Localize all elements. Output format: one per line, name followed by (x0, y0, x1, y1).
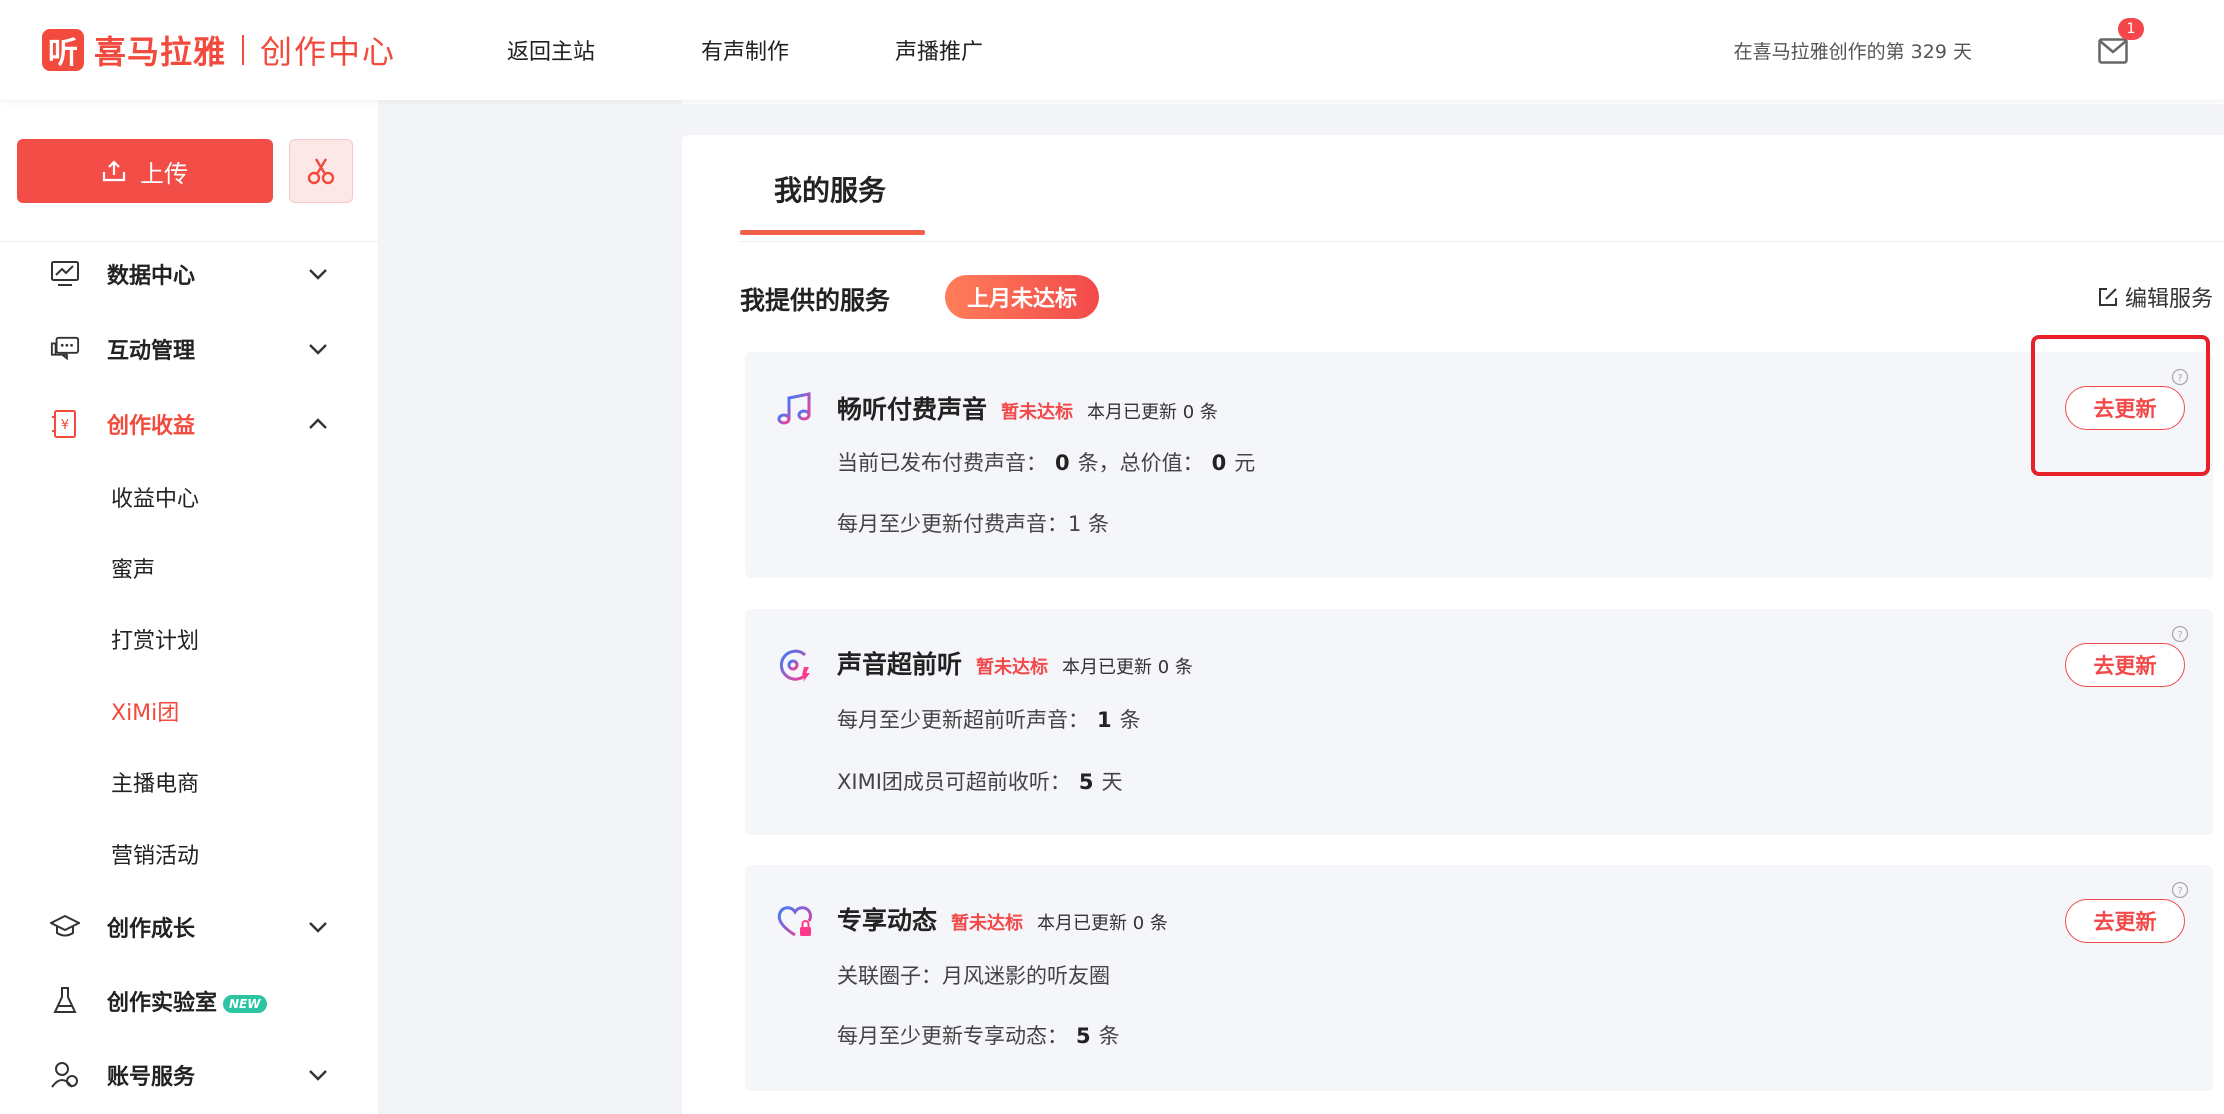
top-header: 听 喜马拉雅 创作中心 返回主站 有声制作 声播推广 在喜马拉雅创作的第 329… (0, 0, 2224, 100)
sidebar-item-label: 创作收益 (107, 414, 196, 439)
help-icon[interactable]: ? (2171, 368, 2189, 386)
new-badge: NEW (223, 995, 267, 1013)
tab-active-indicator (740, 230, 925, 235)
chevron-down-icon (309, 269, 327, 280)
svg-text:¥: ¥ (61, 418, 69, 433)
sidebar-divider (0, 241, 378, 242)
sidebar-subitem-mishen[interactable]: 蜜声 (111, 548, 155, 588)
section-title: 我提供的服务 (740, 286, 891, 315)
sidebar-subitem-tip-plan[interactable]: 打赏计划 (111, 619, 199, 659)
card-update-count: 本月已更新 0 条 (1087, 402, 1218, 423)
help-icon[interactable]: ? (2171, 625, 2189, 643)
sidebar-item-earnings[interactable]: ¥ 创作收益 (0, 394, 378, 454)
nav-promotion[interactable]: 声播推广 (895, 0, 983, 100)
card-line-requirement: 每月至少更新付费声音：1 条 (837, 512, 1110, 536)
logo-mark: 听 (42, 29, 84, 71)
clip-button[interactable] (289, 139, 353, 203)
sidebar: 上传 数据中心 互动管理 ¥ 创作收益 收益中心 蜜声 打赏计划 XiMi团 主… (0, 100, 378, 1114)
chevron-down-icon (309, 1070, 327, 1081)
card-update-count: 本月已更新 0 条 (1037, 913, 1168, 934)
sidebar-item-account[interactable]: 账号服务 (0, 1045, 378, 1105)
sidebar-subitem-earnings-center[interactable]: 收益中心 (111, 477, 199, 517)
svg-text:?: ? (2177, 886, 2182, 897)
tab-my-services[interactable]: 我的服务 (774, 169, 886, 209)
go-update-button[interactable]: 去更新 (2065, 899, 2185, 943)
content-top-strip (682, 100, 2224, 104)
go-update-button[interactable]: 去更新 (2065, 643, 2185, 687)
services-panel: 我的服务 我提供的服务 上月未达标 编辑服务 畅听付费声音 暂未达标 本月已更新 0… (682, 135, 2224, 1114)
sidebar-item-label: 账号服务 (107, 1065, 196, 1090)
card-title: 专享动态 暂未达标 本月已更新 0 条 (837, 906, 1168, 935)
nav-back-home[interactable]: 返回主站 (507, 0, 595, 100)
logo-text: 喜马拉雅 (94, 33, 227, 71)
mail-button[interactable]: 1 (2094, 18, 2144, 70)
chevron-down-icon (309, 344, 327, 355)
sidebar-subitem-marketing[interactable]: 营销活动 (111, 834, 199, 874)
card-line-requirement: 每月至少更新超前听声音： 1 条 (837, 708, 1141, 732)
svg-text:?: ? (2177, 373, 2182, 384)
help-icon[interactable]: ? (2171, 881, 2189, 899)
service-card-exclusive-posts: 专享动态 暂未达标 本月已更新 0 条 关联圈子：月风迷影的听友圈 每月至少更新专享… (745, 865, 2213, 1091)
service-card-early-listen: 声音超前听 暂未达标 本月已更新 0 条 每月至少更新超前听声音： 1 条 XIMI团成… (745, 609, 2213, 835)
card-status: 暂未达标 (951, 913, 1024, 934)
card-update-count: 本月已更新 0 条 (1062, 657, 1193, 678)
sidebar-item-label: 创作成长 (107, 917, 196, 942)
sidebar-item-data-center[interactable]: 数据中心 (0, 244, 378, 304)
service-card-paid-audio: 畅听付费声音 暂未达标 本月已更新 0 条 当前已发布付费声音： 0 条，总价值： 0 元 … (745, 352, 2213, 578)
sidebar-item-growth[interactable]: 创作成长 (0, 897, 378, 957)
edit-icon (2099, 288, 2117, 306)
upload-button[interactable]: 上传 (17, 139, 273, 203)
card-status: 暂未达标 (1001, 402, 1074, 423)
graduation-cap-icon (50, 912, 80, 942)
card-line-published: 当前已发布付费声音： 0 条，总价值： 0 元 (837, 451, 1256, 475)
nav-audio-production[interactable]: 有声制作 (701, 0, 789, 100)
sidebar-subitem-ecommerce[interactable]: 主播电商 (111, 762, 199, 802)
mail-icon (2098, 38, 2128, 64)
user-group-icon (50, 1060, 80, 1090)
sidebar-item-interaction[interactable]: 互动管理 (0, 319, 378, 379)
tab-divider (740, 241, 2224, 242)
chat-bubble-icon (50, 334, 80, 364)
logo-divider (242, 35, 245, 65)
monitor-chart-icon (50, 259, 80, 289)
card-line-member-benefit: XIMI团成员可超前收听： 5 天 (837, 770, 1123, 794)
early-listen-icon (779, 649, 810, 682)
music-note-icon (777, 392, 811, 425)
sidebar-item-label: 数据中心 (107, 264, 196, 289)
card-status: 暂未达标 (976, 657, 1049, 678)
sidebar-subitem-ximi[interactable]: XiMi团 (111, 691, 179, 731)
card-title: 畅听付费声音 暂未达标 本月已更新 0 条 (837, 395, 1218, 424)
scissors-icon (307, 158, 335, 185)
chevron-down-icon (309, 922, 327, 933)
upload-label: 上传 (140, 159, 188, 188)
flask-icon (50, 986, 80, 1016)
yuan-doc-icon: ¥ (50, 409, 80, 439)
edit-services-button[interactable]: 编辑服务 (2097, 281, 2213, 313)
svg-text:?: ? (2177, 630, 2182, 641)
sidebar-item-label: 创作实验室 NEW (107, 985, 267, 1017)
edit-services-label: 编辑服务 (2125, 287, 2214, 312)
status-badge: 上月未达标 (945, 275, 1100, 319)
logo-subtitle: 创作中心 (260, 33, 397, 71)
card-line-circle: 关联圈子：月风迷影的听友圈 (837, 964, 1110, 988)
mail-badge: 1 (2118, 18, 2144, 40)
brand-logo[interactable]: 听 喜马拉雅 创作中心 (42, 28, 396, 72)
sidebar-item-label: 互动管理 (107, 339, 196, 364)
upload-icon (102, 160, 126, 182)
creation-days: 在喜马拉雅创作的第 329 天 (1733, 40, 1972, 63)
chevron-up-icon (309, 418, 327, 429)
sidebar-item-lab[interactable]: 创作实验室 NEW (0, 971, 378, 1031)
card-title: 声音超前听 暂未达标 本月已更新 0 条 (837, 650, 1193, 679)
card-line-requirement: 每月至少更新专享动态： 5 条 (837, 1024, 1120, 1048)
heart-lock-icon (777, 906, 812, 937)
go-update-button[interactable]: 去更新 (2065, 386, 2185, 430)
